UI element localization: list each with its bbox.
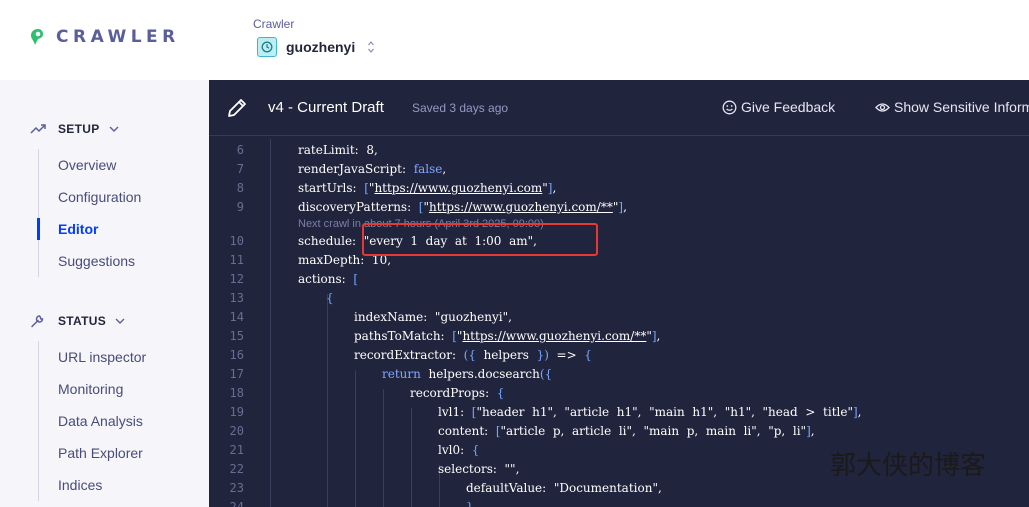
sidebar-item-indices[interactable]: Indices (39, 469, 209, 501)
line-number: 21 (229, 443, 244, 457)
status-nav: URL inspector Monitoring Data Analysis P… (38, 341, 209, 501)
sidebar-item-configuration[interactable]: Configuration (39, 181, 209, 213)
sidebar-item-overview[interactable]: Overview (39, 149, 209, 181)
code-text: pathsToMatch: ["https://www.guozhenyi.co… (354, 329, 661, 343)
line-number: 18 (229, 386, 244, 400)
code-text: renderJavaScript: false, (298, 162, 447, 176)
code-text: selectors: "", (438, 462, 520, 476)
chevron-down-icon (115, 318, 125, 324)
line-number: 8 (236, 181, 244, 195)
chevron-updown-icon (368, 41, 375, 53)
line-number: 20 (229, 424, 244, 438)
watermark: 郭大侠的博客 (830, 451, 987, 481)
line-number: 7 (236, 162, 244, 176)
status-section-toggle[interactable]: STATUS (30, 314, 125, 328)
setup-section-toggle[interactable]: SETUP (30, 122, 119, 136)
code-text: defaultValue: "Documentation", (466, 481, 662, 495)
code-line: 14 indexName: "guozhenyi", (209, 309, 1029, 328)
code-text: indexName: "guozhenyi", (354, 310, 512, 324)
code-text: lvl0: { (438, 443, 480, 457)
editor-version-title: v4 - Current Draft (268, 99, 384, 116)
code-text: startUrls: ["https://www.guozhenyi.com"]… (298, 181, 557, 195)
line-number: 11 (229, 253, 244, 267)
chevron-down-icon (109, 126, 119, 132)
line-number: 6 (236, 143, 244, 157)
code-line: 24}, (209, 499, 1029, 507)
highlight-box (362, 223, 598, 256)
code-text: discoveryPatterns: ["https://www.guozhen… (298, 200, 627, 214)
setup-nav: Overview Configuration Editor Suggestion… (37, 149, 209, 277)
line-number: 23 (229, 481, 244, 495)
code-text: }, (466, 500, 478, 507)
sidebar-item-monitoring[interactable]: Monitoring (39, 373, 209, 405)
code-line: 10 schedule: "every 1 day at 1:00 am", (209, 233, 1029, 252)
setup-heading: SETUP (58, 122, 100, 136)
crawler-logo[interactable]: CRAWLER (30, 27, 180, 47)
code-line: 13 { (209, 290, 1029, 309)
code-text: content: ["article p, article li", "main… (438, 424, 815, 438)
top-header: CRAWLER Crawler guozhenyi (0, 0, 1029, 80)
code-line: 11 maxDepth: 10, (209, 252, 1029, 271)
code-line: 17 return helpers.docsearch({ (209, 366, 1029, 385)
code-line: 19 lvl1: ["header h1", "article h1", "mai… (209, 404, 1029, 423)
sidebar: SETUP Overview Configuration Editor Sugg… (0, 80, 209, 507)
code-text: return helpers.docsearch({ (382, 367, 553, 381)
code-text: recordExtractor: ({ helpers }) => { (354, 348, 592, 362)
app-switcher[interactable]: guozhenyi (257, 37, 375, 57)
line-number: 13 (229, 291, 244, 305)
sidebar-item-url-inspector[interactable]: URL inspector (39, 341, 209, 373)
crawler-logo-icon (31, 29, 43, 45)
sidebar-item-editor[interactable]: Editor (37, 213, 209, 245)
give-feedback-label: Give Feedback (741, 99, 836, 115)
code-text: rateLimit: 8, (298, 143, 378, 157)
line-number: 24 (229, 500, 244, 507)
give-feedback-button[interactable]: Give Feedback (722, 99, 835, 115)
code-text: lvl1: ["header h1", "article h1", "main … (438, 405, 862, 419)
code-line: 12 actions: [ (209, 271, 1029, 290)
brand-name: CRAWLER (56, 27, 180, 47)
code-text: recordProps: { (410, 386, 505, 400)
code-editor-panel: v4 - Current Draft Saved 3 days ago Give… (209, 80, 1029, 507)
line-number: 12 (229, 272, 244, 286)
line-number: 10 (229, 234, 244, 248)
editor-toolbar: v4 - Current Draft Saved 3 days ago Give… (209, 80, 1029, 136)
code-line: 9 discoveryPatterns: ["https://www.guozhe… (209, 199, 1029, 218)
line-number: 22 (229, 462, 244, 476)
sidebar-item-path-explorer[interactable]: Path Explorer (39, 437, 209, 469)
code-line: 15 pathsToMatch: ["https://www.guozhenyi.… (209, 328, 1029, 347)
code-line: 18 recordProps: { (209, 385, 1029, 404)
app-name: guozhenyi (286, 39, 356, 55)
line-number: 19 (229, 405, 244, 419)
code-line: 16 recordExtractor: ({ helpers }) => { (209, 347, 1029, 366)
line-number: 9 (236, 200, 244, 214)
wrench-icon (31, 315, 44, 328)
saved-status: Saved 3 days ago (412, 101, 509, 115)
show-sensitive-button[interactable]: Show Sensitive Inform (875, 99, 1029, 115)
code-line: 20 content: ["article p, article li", "ma… (209, 423, 1029, 442)
code-line: 7 renderJavaScript: false, (209, 161, 1029, 180)
code-text: { (326, 291, 334, 305)
line-number: 15 (229, 329, 244, 343)
sidebar-item-data-analysis[interactable]: Data Analysis (39, 405, 209, 437)
smile-icon (722, 100, 737, 114)
code-text: actions: [ (298, 272, 359, 286)
eye-icon (875, 102, 890, 112)
clock-icon (257, 37, 277, 57)
status-heading: STATUS (58, 314, 107, 328)
code-line: 8 startUrls: ["https://www.guozhenyi.com"… (209, 180, 1029, 199)
line-number: 17 (229, 367, 244, 381)
show-sensitive-label: Show Sensitive Inform (894, 99, 1029, 115)
pencil-icon[interactable] (226, 97, 248, 119)
code-line: 6 rateLimit: 8, (209, 142, 1029, 161)
line-number: 14 (229, 310, 244, 324)
trend-icon (30, 124, 46, 134)
sidebar-item-suggestions[interactable]: Suggestions (39, 245, 209, 277)
app-switcher-label: Crawler (253, 17, 295, 31)
code-line: 23 defaultValue: "Documentation", (209, 480, 1029, 499)
line-number: 16 (229, 348, 244, 362)
